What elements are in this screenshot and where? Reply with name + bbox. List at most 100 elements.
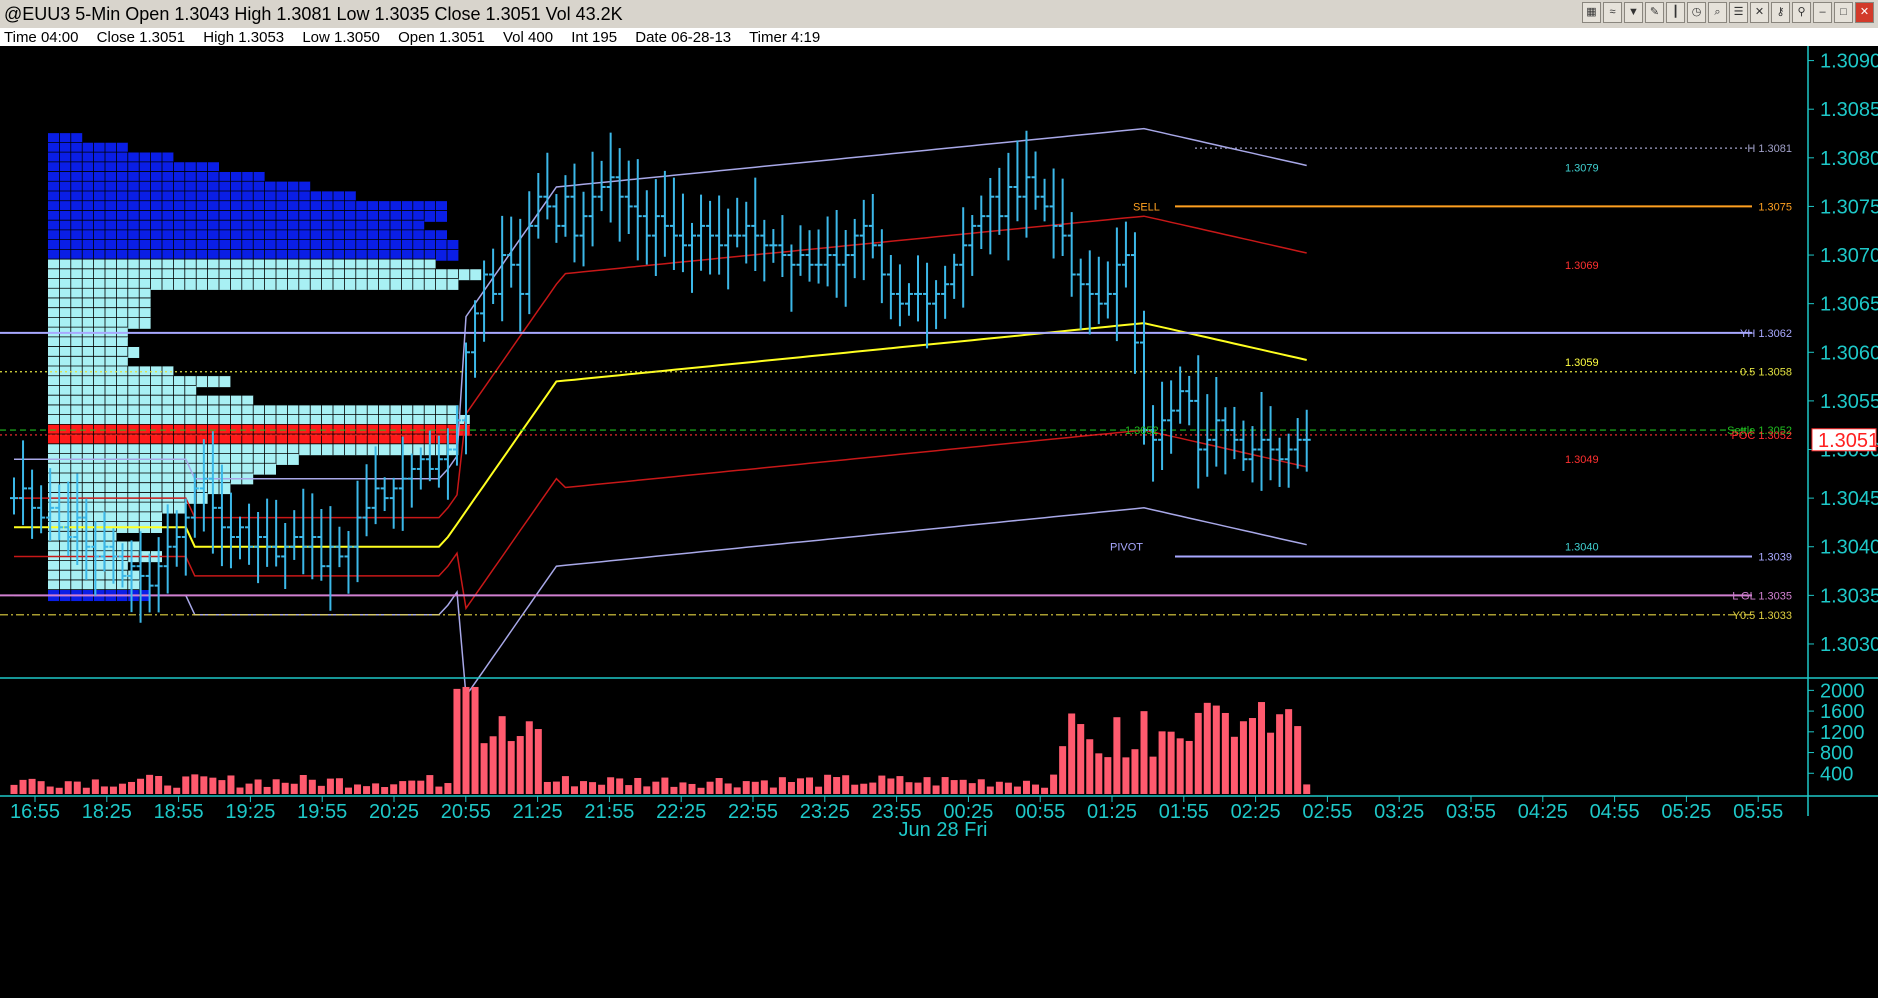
level-label: H 1.3081: [1747, 143, 1792, 155]
volume-bar: [326, 778, 334, 794]
lock-icon[interactable]: ⚷: [1771, 2, 1790, 23]
clock-icon[interactable]: ◷: [1687, 2, 1706, 23]
volume-bar: [290, 783, 298, 794]
volume-bar: [570, 786, 578, 794]
info-close: Close 1.3051: [96, 29, 186, 46]
vol-y-tick-label: 1600: [1820, 701, 1865, 723]
chart-style-icon[interactable]: ▦: [1582, 2, 1601, 23]
volume-bar: [1032, 784, 1040, 794]
x-tick-label: 18:55: [154, 801, 204, 823]
x-tick-label: 00:55: [1015, 801, 1065, 823]
band-end-label: 1.3040: [1565, 542, 1599, 554]
volume-bar: [335, 778, 343, 794]
volume-bar: [55, 787, 63, 794]
close-icon[interactable]: ✕: [1855, 2, 1874, 23]
y-tick-label: 1.3045: [1820, 488, 1878, 510]
volume-bar: [516, 736, 524, 794]
volume-bar: [1077, 724, 1085, 794]
y-tick-label: 1.3070: [1820, 245, 1878, 267]
volume-bar: [760, 780, 768, 794]
info-vol: Vol 400: [502, 29, 554, 46]
volume-bar: [724, 783, 732, 794]
volume-bar: [28, 778, 36, 794]
maximize-icon[interactable]: □: [1834, 2, 1853, 23]
volume-bar: [851, 784, 859, 794]
level-label: Y0.5 1.3033: [1733, 610, 1792, 622]
volume-bar: [1248, 718, 1256, 794]
price-chart[interactable]: 1.30301.30351.30401.30451.30501.30551.30…: [0, 46, 1878, 998]
volume-bar: [1004, 782, 1012, 794]
band-end-label: 1.3069: [1565, 260, 1599, 272]
pin-icon[interactable]: ⚲: [1792, 2, 1811, 23]
volume-bar: [995, 781, 1003, 794]
x-tick-label: 19:55: [297, 801, 347, 823]
date-label: Jun 28 Fri: [899, 819, 988, 841]
info-date: Date 06-28-13: [635, 29, 732, 46]
overlay-icon[interactable]: ≈: [1603, 2, 1622, 23]
x-tick-label: 01:25: [1087, 801, 1137, 823]
x-tick-label: 23:25: [800, 801, 850, 823]
volume-bar: [1167, 731, 1175, 794]
volume-bar: [968, 783, 976, 794]
vol-y-tick-label: 1200: [1820, 722, 1865, 744]
volume-bar: [860, 783, 868, 794]
pencil-icon[interactable]: ✎: [1645, 2, 1664, 23]
volume-bar: [372, 783, 380, 794]
volume-bar: [1294, 726, 1302, 794]
volume-bar: [1068, 713, 1076, 794]
volume-bar: [1230, 736, 1238, 794]
y-tick-label: 1.3065: [1820, 294, 1878, 316]
window-titlebar: @EUU3 5-Min Open 1.3043 High 1.3081 Low …: [0, 0, 1878, 29]
properties-icon[interactable]: ☰: [1729, 2, 1748, 23]
volume-bar: [281, 782, 289, 794]
volume-bar: [616, 778, 624, 794]
volume-bar: [507, 741, 515, 794]
x-tick-label: 01:55: [1159, 801, 1209, 823]
volume-bar: [905, 782, 913, 794]
volume-bar: [146, 774, 154, 794]
volume-bar: [1212, 705, 1220, 794]
volume-bar: [580, 781, 588, 794]
minimize-icon[interactable]: –: [1813, 2, 1832, 23]
bar-type-icon[interactable]: ┃: [1666, 2, 1685, 23]
volume-bar: [941, 777, 949, 794]
volume-bar: [1050, 774, 1058, 794]
volume-bar: [462, 686, 470, 794]
delete-icon[interactable]: ✕: [1750, 2, 1769, 23]
volume-bar: [697, 787, 705, 794]
volume-bar: [1303, 784, 1311, 794]
indicator-icon[interactable]: ▼: [1624, 2, 1643, 23]
volume-bar: [887, 778, 895, 794]
volume-bar: [1140, 711, 1148, 794]
volume-bar: [254, 779, 262, 794]
volume-bar: [1194, 712, 1202, 794]
info-time: Time 04:00: [4, 29, 79, 46]
volume-bar: [842, 775, 850, 794]
volume-bar: [525, 721, 533, 794]
volume-bar: [742, 781, 750, 794]
volume-bar: [37, 781, 45, 794]
volume-bar: [1276, 714, 1284, 794]
volume-bar: [209, 777, 217, 794]
volume-bar: [471, 686, 479, 794]
volume-bar: [91, 779, 99, 794]
info-timer: Timer 4:19: [749, 29, 821, 46]
volume-bar: [833, 777, 841, 794]
zoom-icon[interactable]: ⌕: [1708, 2, 1727, 23]
volume-bar: [73, 781, 81, 794]
volume-bar: [236, 787, 244, 794]
volume-bar: [390, 784, 398, 794]
annotation-label: SELL: [1133, 201, 1160, 213]
volume-bar: [1104, 757, 1112, 794]
volume-bar: [878, 775, 886, 794]
volume-bar: [869, 782, 877, 794]
y-tick-label: 1.3060: [1820, 342, 1878, 364]
volume-bar: [164, 785, 172, 794]
volume-bar: [1285, 709, 1293, 794]
volume-bar: [751, 781, 759, 794]
volume-bar: [824, 774, 832, 794]
volume-bar: [589, 782, 597, 794]
info-high: High 1.3053: [203, 29, 285, 46]
volume-bar: [1267, 732, 1275, 794]
volume-bar: [715, 778, 723, 794]
